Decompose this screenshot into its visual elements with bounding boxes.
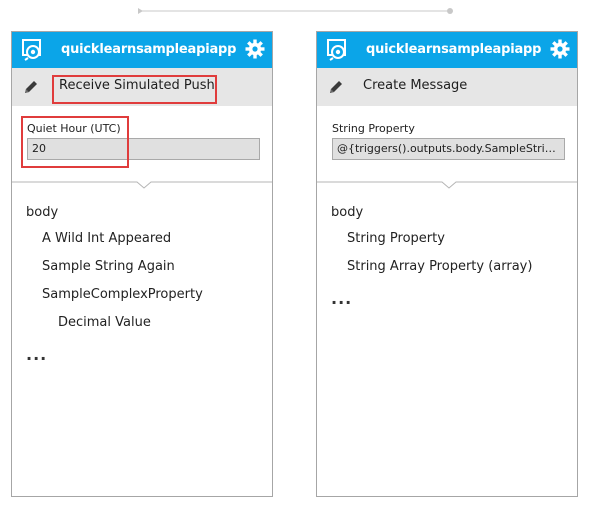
card-title: quicklearnsampleapiapp [366,42,542,57]
output-root[interactable]: body [26,205,58,220]
card-header: quicklearnsampleapiapp [12,32,272,68]
more-outputs[interactable]: ... [331,289,352,308]
section-divider [317,181,577,195]
flow-connector [138,8,453,14]
gear-icon[interactable] [245,39,265,59]
api-app-icon [22,39,41,61]
action-bar[interactable]: Receive Simulated Push [12,68,272,106]
output-item[interactable]: String Array Property (array) [347,259,532,274]
api-app-icon [327,39,346,61]
more-outputs[interactable]: ... [26,345,47,364]
pencil-icon[interactable] [328,79,344,95]
gear-icon[interactable] [550,39,570,59]
pencil-icon[interactable] [23,79,39,95]
action-name: Receive Simulated Push [59,78,215,93]
output-root[interactable]: body [331,205,363,220]
output-nested-item[interactable]: Decimal Value [58,315,151,330]
trigger-card: quicklearnsampleapiapp Receive Simulated… [11,31,273,497]
card-title: quicklearnsampleapiapp [61,42,237,57]
field-label: String Property [332,122,415,135]
action-bar[interactable]: Create Message [317,68,577,106]
output-item[interactable]: SampleComplexProperty [42,287,203,302]
output-item[interactable]: Sample String Again [42,259,175,274]
field-label: Quiet Hour (UTC) [27,122,121,135]
output-item[interactable]: A Wild Int Appeared [42,231,171,246]
output-item[interactable]: String Property [347,231,445,246]
quiet-hour-input[interactable]: 20 [27,138,260,160]
action-name: Create Message [363,78,468,93]
action-card: quicklearnsampleapiapp Create Message St… [316,31,578,497]
section-divider [12,181,272,195]
card-header: quicklearnsampleapiapp [317,32,577,68]
string-property-input[interactable]: @{triggers().outputs.body.SampleStringP.… [332,138,565,160]
